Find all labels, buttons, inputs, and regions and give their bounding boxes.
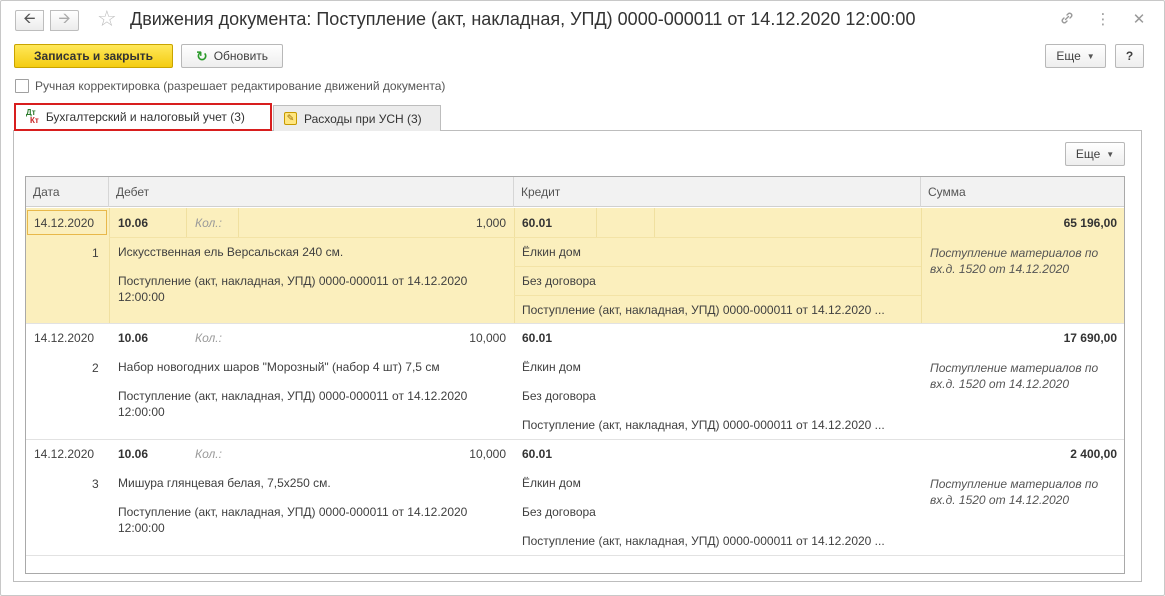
- debit-account: 10.06: [118, 447, 149, 461]
- quantity-value: 10,000: [469, 331, 506, 345]
- favorite-star-icon[interactable]: ☆: [97, 6, 117, 32]
- more-vertical-icon[interactable]: ⋮: [1095, 10, 1111, 30]
- row-date: 14.12.2020: [34, 447, 95, 461]
- row-content-cont: вх.д. 1520 от 14.12.2020: [930, 377, 1069, 391]
- chevron-down-icon: ▼: [1086, 51, 1095, 61]
- manual-correction-checkbox[interactable]: [15, 79, 29, 93]
- arrow-left-icon: 🡨: [23, 10, 36, 27]
- credit-account: 60.01: [522, 447, 553, 461]
- debit-subconto-2: Поступление (акт, накладная, УПД) 0000-0…: [118, 274, 468, 288]
- back-button[interactable]: 🡨: [15, 10, 44, 31]
- manual-correction-label: Ручная корректировка (разрешает редактир…: [35, 79, 446, 93]
- debit-subconto-2-cont: 12:00:00: [118, 290, 165, 304]
- tab-accounting[interactable]: Дт Кт Бухгалтерский и налоговый учет (3): [14, 103, 272, 131]
- debit-account: 10.06: [118, 331, 149, 345]
- quantity-value: 10,000: [469, 447, 506, 461]
- quantity-label: Кол.:: [195, 331, 222, 345]
- tab-usn-expenses[interactable]: ✎ Расходы при УСН (3): [273, 105, 441, 131]
- refresh-button[interactable]: ↻ Обновить: [181, 44, 283, 68]
- arrow-right-icon: 🡪: [58, 10, 71, 27]
- row-date-cell[interactable]: 14.12.2020: [27, 210, 107, 235]
- link-icon[interactable]: [1059, 10, 1075, 30]
- row-number: 1: [92, 246, 99, 260]
- debit-account: 10.06: [118, 216, 149, 230]
- table-row[interactable]: 14.12.2020 2 10.06 Кол.: 10,000 Набор но…: [26, 324, 1124, 440]
- debit-subconto-2: Поступление (акт, накладная, УПД) 0000-0…: [118, 389, 468, 403]
- column-header-date[interactable]: Дата: [26, 177, 109, 207]
- quantity-value: 1,000: [475, 216, 506, 230]
- tab-usn-label: Расходы при УСН (3): [304, 111, 422, 126]
- credit-subconto-2: Без договора: [522, 389, 596, 403]
- credit-subconto-3: Поступление (акт, накладная, УПД) 0000-0…: [522, 418, 885, 432]
- refresh-label: Обновить: [213, 49, 269, 63]
- refresh-icon: ↻: [195, 47, 208, 64]
- row-content-cont: вх.д. 1520 от 14.12.2020: [930, 262, 1069, 276]
- credit-subconto-2: Без договора: [522, 274, 596, 288]
- credit-account: 60.01: [522, 216, 553, 230]
- row-content: Поступление материалов по: [930, 246, 1099, 260]
- row-number: 3: [92, 477, 99, 491]
- debit-subconto-1: Мишура глянцевая белая, 7,5x250 см.: [118, 476, 331, 490]
- column-header-sum[interactable]: Сумма: [921, 177, 1124, 207]
- forward-button[interactable]: 🡪: [50, 10, 79, 31]
- table-more-button[interactable]: Еще ▼: [1065, 142, 1125, 166]
- row-sum: 17 690,00: [1063, 331, 1117, 345]
- debit-subconto-1: Набор новогодних шаров "Морозный" (набор…: [118, 360, 440, 374]
- debit-subconto-2: Поступление (акт, накладная, УПД) 0000-0…: [118, 505, 468, 519]
- register-icon: ✎: [284, 112, 297, 125]
- debit-subconto-2-cont: 12:00:00: [118, 521, 165, 535]
- credit-account: 60.01: [522, 331, 553, 345]
- row-content: Поступление материалов по: [930, 361, 1099, 375]
- close-icon[interactable]: ✕: [1131, 10, 1147, 30]
- table-header: Дата Дебет Кредит Сумма: [26, 177, 1124, 207]
- save-and-close-button[interactable]: Записать и закрыть: [14, 44, 173, 68]
- credit-subconto-3: Поступление (акт, накладная, УПД) 0000-0…: [522, 303, 885, 317]
- chevron-down-icon: ▼: [1106, 149, 1115, 159]
- table-row[interactable]: 14.12.2020 1 10.06 Кол.: 1,000 Искусстве…: [26, 208, 1124, 324]
- quantity-label: Кол.:: [195, 447, 222, 461]
- quantity-label: Кол.:: [195, 216, 222, 230]
- credit-subconto-1: Ёлкин дом: [522, 245, 581, 259]
- row-content-cont: вх.д. 1520 от 14.12.2020: [930, 493, 1069, 507]
- column-header-credit[interactable]: Кредит: [514, 177, 921, 207]
- dt-kt-icon: Дт Кт: [26, 108, 39, 125]
- movements-table[interactable]: Дата Дебет Кредит Сумма 14.12.2020 1 10.…: [25, 176, 1125, 574]
- more-label: Еще: [1056, 49, 1081, 63]
- tab-accounting-label: Бухгалтерский и налоговый учет (3): [45, 110, 245, 124]
- row-sum: 2 400,00: [1070, 447, 1117, 461]
- credit-subconto-2: Без договора: [522, 505, 596, 519]
- table-more-label: Еще: [1075, 147, 1101, 161]
- debit-subconto-2-cont: 12:00:00: [118, 405, 165, 419]
- manual-correction-row[interactable]: Ручная корректировка (разрешает редактир…: [15, 79, 445, 93]
- debit-subconto-1: Искусственная ель Версальская 240 см.: [118, 245, 344, 259]
- column-header-debit[interactable]: Дебет: [109, 177, 514, 207]
- credit-subconto-1: Ёлкин дом: [522, 476, 581, 490]
- row-date: 14.12.2020: [34, 331, 95, 345]
- row-content: Поступление материалов по: [930, 477, 1099, 491]
- window-title: Движения документа: Поступление (акт, на…: [130, 9, 916, 29]
- row-number: 2: [92, 361, 99, 375]
- help-button[interactable]: ?: [1115, 44, 1144, 68]
- credit-subconto-3: Поступление (акт, накладная, УПД) 0000-0…: [522, 534, 885, 548]
- more-button[interactable]: Еще ▼: [1045, 44, 1106, 68]
- table-row[interactable]: 14.12.2020 3 10.06 Кол.: 10,000 Мишура г…: [26, 440, 1124, 556]
- credit-subconto-1: Ёлкин дом: [522, 360, 581, 374]
- row-sum: 65 196,00: [1063, 216, 1117, 230]
